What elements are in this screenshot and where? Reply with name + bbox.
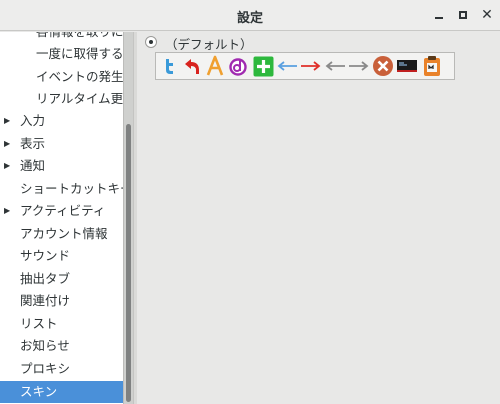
skin-default-label[interactable]: （デフォルト） [165,34,253,53]
sidebar-item-association[interactable]: 関連付け [0,290,123,312]
title-bar: 設定 ✕ [0,0,500,31]
skin-preview-strip [155,52,455,80]
sidebar-item-activity[interactable]: ▶ アクティビティ [0,200,123,222]
close-icon: ✕ [481,7,493,23]
settings-sidebar: 各情報を取りに行 一度に取得する イベントの発生頻 リアルタイム更新 ▶入力 ▶… [0,32,123,404]
sidebar-scrollbar[interactable] [123,32,133,404]
arrow-right-gray-icon [348,55,370,77]
skin-default-radio[interactable] [145,36,157,48]
sidebar-item-skin[interactable]: スキン [0,381,123,403]
expander-arrow-icon[interactable]: ▶ [4,155,10,177]
minimize-icon [435,17,443,19]
skin-panel: （デフォルト） [137,32,500,404]
window-title: 設定 [236,11,263,26]
sidebar-item-display[interactable]: ▶ 表示 [0,133,123,155]
sidebar-item-proxy[interactable]: プロキシ [0,358,123,380]
d-letter-icon [227,55,249,77]
expander-arrow-icon[interactable]: ▶ [4,200,10,222]
arrow-left-gray-icon [324,55,346,77]
undo-arrow-icon [181,55,203,77]
sidebar-item-extract-tab[interactable]: 抽出タブ [0,268,123,290]
sidebar-item-list[interactable]: リスト [0,313,123,335]
clipboard-icon [421,55,443,77]
sidebar-item-notification[interactable]: ▶ 通知 [0,155,123,177]
sidebar-item-account[interactable]: アカウント情報 [0,223,123,245]
close-button[interactable]: ✕ [476,5,498,25]
expander-arrow-icon[interactable]: ▶ [4,110,10,132]
maximize-icon [459,11,467,19]
arrow-right-red-icon [300,55,322,77]
sidebar-item[interactable]: リアルタイム更新 [0,88,123,110]
font-a-icon [204,55,226,77]
sidebar-item[interactable]: 各情報を取りに行 [0,32,123,43]
scrollbar-thumb[interactable] [126,124,131,402]
arrow-left-blue-icon [276,55,298,77]
maximize-button[interactable] [452,5,474,25]
sidebar-item-sound[interactable]: サウンド [0,245,123,267]
close-x-circle-icon [372,55,394,77]
expander-arrow-icon[interactable]: ▶ [4,133,10,155]
sidebar-item-news[interactable]: お知らせ [0,335,123,357]
sidebar-item[interactable]: 一度に取得する [0,43,123,65]
add-plus-icon [252,55,274,77]
terminal-icon [396,55,418,77]
sidebar-item-input[interactable]: ▶ 入力 [0,110,123,132]
minimize-button[interactable] [428,5,450,25]
sidebar-item[interactable]: イベントの発生頻 [0,66,123,88]
radio-selected-dot [149,40,153,44]
sidebar-item-shortcut[interactable]: ショートカットキー [0,178,123,200]
twitter-icon [158,55,180,77]
